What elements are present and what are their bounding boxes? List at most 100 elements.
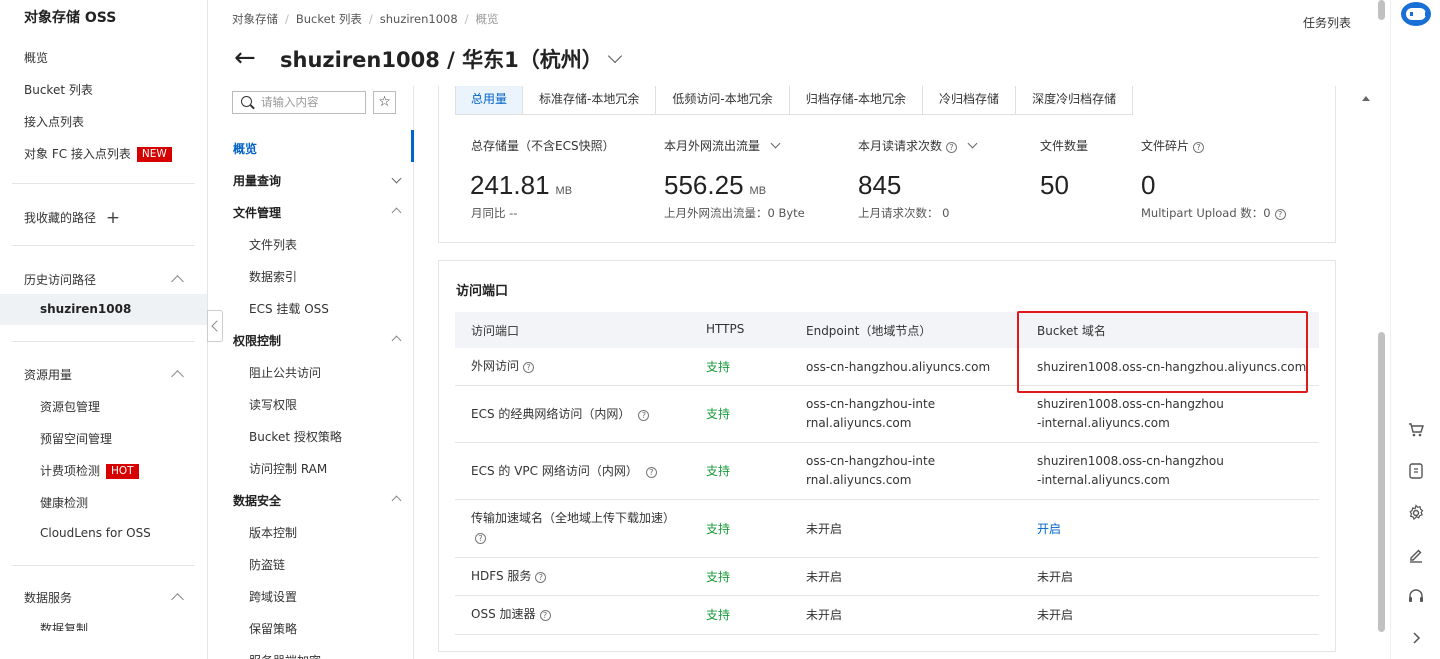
assistant-robot-icon[interactable] [1401,2,1431,26]
help-icon[interactable]: ? [645,467,657,478]
help-icon[interactable]: ? [638,410,650,421]
sidebar-resource-label[interactable]: 资源用量 [24,366,72,383]
help-icon[interactable]: ? [475,533,486,544]
sidebar-item-billing-check[interactable]: 计费项检测 HOT [40,462,139,479]
nav-item-versioning[interactable]: 版本控制 [249,524,297,541]
nav-item-hotlink[interactable]: 防盗链 [249,556,285,573]
nav-item-bucket-policy[interactable]: Bucket 授权策略 [249,428,342,445]
help-icon[interactable]: ? [1274,209,1286,220]
sidebar-item-bucket-list[interactable]: Bucket 列表 [24,81,93,98]
chevron-down-icon[interactable] [607,48,623,64]
sidebar-history-label[interactable]: 历史访问路径 [24,271,96,288]
tab-cold-archive[interactable]: 冷归档存储 [923,86,1017,114]
nav-group-security[interactable]: 数据安全 [233,492,281,509]
help-icon[interactable]: ? [539,610,551,621]
nav-item-cors[interactable]: 跨域设置 [249,588,297,605]
nav-item-ecs-mount[interactable]: ECS 挂载 OSS [249,300,329,317]
sidebar-item-cloudlens[interactable]: CloudLens for OSS [40,526,151,540]
sidebar-item-fc-access-points[interactable]: 对象 FC 接入点列表 NEW [24,145,172,162]
search-input[interactable] [261,94,361,111]
breadcrumb-current: 概览 [475,12,499,26]
document-icon[interactable] [1406,462,1426,482]
stat-traffic-sub: 上月外网流出流量：0 Byte [664,206,805,220]
nav-group-permission[interactable]: 权限控制 [233,332,281,349]
nav-item-data-index[interactable]: 数据索引 [249,268,297,285]
scrollbar-thumb[interactable] [1378,0,1385,20]
stat-sub-text: Multipart Upload 数：0 [1141,206,1271,220]
help-icon[interactable]: ? [946,142,958,153]
plus-icon[interactable]: + [106,208,120,228]
tab-deep-cold-archive[interactable]: 深度冷归档存储 [1016,86,1132,114]
chevron-right-icon[interactable] [1406,629,1426,649]
chevron-up-icon[interactable] [171,593,184,606]
table-row: 传输加速域名（全地域上传下载加速）? 支持 未开启 开启 [455,500,1319,558]
sidebar-item-history-shuziren1008[interactable]: shuziren1008 [0,294,207,325]
tab-total[interactable]: 总用量 [456,86,524,114]
nav-item-block-public[interactable]: 阻止公共访问 [249,364,321,381]
help-icon[interactable]: ? [523,362,535,373]
gear-icon[interactable] [1406,504,1426,524]
breadcrumb-item[interactable]: Bucket 列表 [296,12,362,26]
nav-group-file-mgmt[interactable]: 文件管理 [233,204,281,221]
back-arrow-icon[interactable]: ← [234,45,256,71]
nav-item-ram[interactable]: 访问控制 RAM [249,460,327,477]
chevron-up-icon[interactable] [391,207,402,218]
endpoint-value: 未开启 [806,522,843,536]
stat-requests-label[interactable]: 本月读请求次数? [858,137,978,154]
sidebar-item-resource-pack[interactable]: 资源包管理 [40,398,100,415]
sidebar-item-health-check[interactable]: 健康检测 [40,494,88,511]
nav-group-usage[interactable]: 用量查询 [233,172,281,189]
https-status: 支持 [706,522,731,536]
chevron-up-icon[interactable] [391,335,402,346]
nav-item-encryption[interactable]: 服务器端加密 [249,652,321,659]
help-icon[interactable]: ? [1193,142,1205,153]
scroll-up-icon[interactable] [1362,96,1370,101]
column-header: 访问端口 [471,324,520,338]
port-name-text: 传输加速域名（全地域上传下载加速） [471,511,676,525]
endpoint-value: oss-cn-hangzhou-internal.aliyuncs.com [806,397,936,430]
nav-item-retention[interactable]: 保留策略 [249,620,297,637]
sidebar-item-access-points[interactable]: 接入点列表 [24,113,84,130]
stat-number: 241.81 [470,170,550,200]
star-icon[interactable]: ☆ [373,91,396,114]
help-icon[interactable]: ? [535,572,547,583]
sidebar-item-reserved-space[interactable]: 预留空间管理 [40,430,112,447]
sidebar-item-data-replication[interactable]: 数据复制 [40,620,88,631]
breadcrumb: 对象存储 / Bucket 列表 / shuziren1008/概览 [232,12,499,26]
nav-item-rw-permission[interactable]: 读写权限 [249,396,297,413]
chevron-up-icon[interactable] [391,495,402,506]
tab-archive[interactable]: 归档存储-本地冗余 [790,86,924,114]
chevron-up-icon[interactable] [171,275,184,288]
sidebar-item-overview[interactable]: 概览 [24,49,48,66]
nav-item-overview[interactable]: 概览 [233,140,257,157]
edit-icon[interactable] [1406,546,1426,566]
scrollbar-thumb[interactable] [1378,332,1385,632]
page-title: shuziren1008 / 华东1（杭州） [280,48,603,72]
chevron-down-icon[interactable] [770,138,781,149]
chevron-down-icon[interactable] [967,138,978,149]
bucket-nav: ☆ 概览 用量查询 文件管理 文件列表 数据索引 ECS 挂载 OSS 权限控制… [208,86,414,659]
tab-ia[interactable]: 低频访问-本地冗余 [656,86,790,114]
chevron-up-icon[interactable] [171,370,184,383]
breadcrumb-item[interactable]: 对象存储 [232,12,278,26]
stat-requests-value: 845 [858,170,902,200]
stat-traffic-label[interactable]: 本月外网流出流量 [664,137,781,154]
tab-standard[interactable]: 标准存储-本地冗余 [523,86,657,114]
enable-acceleration-link[interactable]: 开启 [1037,520,1061,539]
task-list-link[interactable]: 任务列表 [1303,14,1351,31]
chevron-down-icon[interactable] [391,173,402,184]
access-port-title: 访问端口 [456,284,509,299]
stat-label-text: 文件碎片 [1141,139,1190,153]
sidebar-favorites[interactable]: 我收藏的路径 + [24,208,120,228]
headset-icon[interactable] [1406,588,1426,608]
breadcrumb-item[interactable]: shuziren1008 [380,12,458,26]
history-item-label: shuziren1008 [40,302,132,316]
nav-search[interactable] [232,91,366,114]
bucket-domain-value: 未开启 [1037,570,1074,584]
nav-item-file-list[interactable]: 文件列表 [249,236,297,253]
stat-storage-label: 总存储量（不含ECS快照） [471,139,615,153]
cart-icon[interactable] [1406,421,1426,441]
https-status: 支持 [706,407,731,421]
endpoint-value: oss-cn-hangzhou-internal.aliyuncs.com [806,454,936,487]
sidebar-data-service-label[interactable]: 数据服务 [24,589,72,606]
